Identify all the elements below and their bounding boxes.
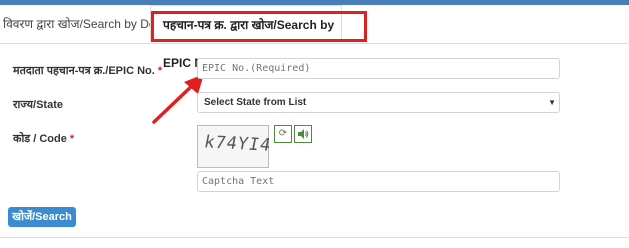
footer-divider xyxy=(0,237,629,238)
epic-input[interactable] xyxy=(197,58,560,79)
speaker-icon[interactable] xyxy=(294,125,312,143)
caret-down-icon: ▼ xyxy=(548,98,556,107)
captcha-text: k74YI4 xyxy=(202,132,274,156)
search-button[interactable]: खोजें/Search xyxy=(8,207,76,227)
required-mark: * xyxy=(157,65,163,77)
refresh-icon[interactable]: ⟳ xyxy=(274,125,292,143)
captcha-image: k74YI4 xyxy=(197,125,273,168)
state-label: राज्य/State xyxy=(13,99,63,111)
tab-bar: विवरण द्वारा खोज/Search by Details पहचान… xyxy=(0,5,629,70)
required-mark: * xyxy=(69,133,75,145)
code-label: कोड / Code * xyxy=(13,133,75,145)
tab-search-by-epic[interactable]: पहचान-पत्र क्र. द्वारा खोज/Search by EPI… xyxy=(150,5,342,70)
state-selected-value: Select State from List xyxy=(204,97,307,108)
state-select[interactable]: Select State from List ▼ xyxy=(197,92,560,113)
captcha-input[interactable] xyxy=(197,171,560,192)
epic-label: मतदाता पहचान-पत्र क्र./EPIC No. * xyxy=(13,65,163,77)
